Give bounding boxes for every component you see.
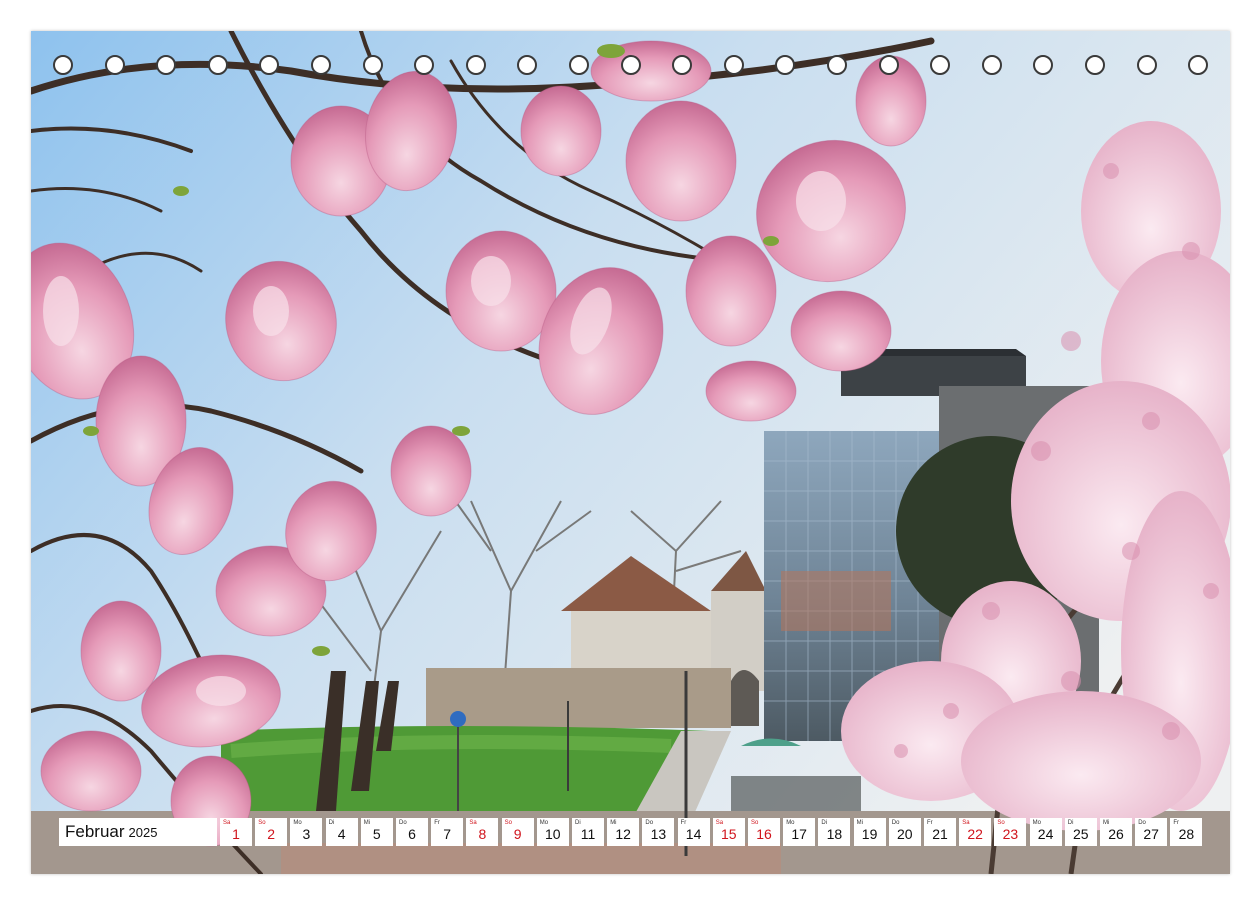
day-cell: Di 4 [325,818,358,846]
day-cell: Mi 5 [360,818,393,846]
day-cell: Do 27 [1135,818,1168,846]
day-cell: Mi 19 [853,818,886,846]
binding-hole [723,55,744,75]
day-cell: Di 18 [818,818,851,846]
binding-hole [620,55,641,75]
spiral-binding-holes [31,55,1230,79]
day-cell: Di 11 [572,818,604,846]
day-number: 24 [1037,826,1054,842]
binding-hole [981,55,1002,75]
day-cell: Fr 14 [677,818,710,846]
day-number: 11 [580,826,596,842]
binding-hole [930,55,951,75]
day-cell: So 16 [748,818,780,846]
day-cell: Do 20 [888,818,921,846]
binding-hole [827,55,847,75]
day-cell: Di 25 [1064,818,1097,846]
day-number: 26 [1108,826,1124,842]
day-number: 8 [478,826,487,842]
day-cell: Mo 17 [783,818,816,846]
day-number: 10 [545,826,561,842]
magnolia-photo [31,31,1230,874]
day-cell: So 9 [501,818,534,846]
binding-hole [362,55,383,75]
binding-hole [775,55,796,75]
binding-hole [311,55,331,75]
binding-hole [672,55,693,75]
day-cell: Mi 12 [607,818,640,846]
day-number: 14 [685,826,702,842]
binding-hole [156,55,177,75]
calendar-strip: Februar 2025 Sa 1 So 2 Mo 3 Di 4 Mi 5 Do 6 Fr 7 Sa 8 So 9 M… [59,818,1205,846]
binding-hole [259,55,280,75]
binding-hole [517,55,538,75]
day-cell: Fr 28 [1170,818,1203,846]
binding-hole [1136,55,1157,75]
day-number: 19 [861,826,878,842]
binding-hole [1085,55,1105,75]
month-year: 2025 [128,825,158,840]
day-cell: Fr 7 [431,818,464,846]
day-number: 6 [408,826,416,842]
day-number: 16 [756,826,772,842]
month-label: Februar 2025 [59,818,217,846]
day-number: 21 [932,826,948,842]
day-cell: Mi 26 [1100,818,1132,846]
day-cell: Fr 21 [924,818,956,846]
day-cell: Mo 10 [536,818,569,846]
day-number: 18 [826,826,843,842]
day-number: 17 [791,826,807,842]
day-number: 20 [897,826,913,842]
day-number: 15 [721,826,737,842]
day-cell: So 2 [255,818,288,846]
day-number: 25 [1073,826,1089,842]
old-house [571,611,711,671]
binding-hole [465,55,486,75]
day-cell: Mo 24 [1029,818,1062,846]
binding-hole [569,55,589,75]
day-number: 2 [267,826,276,842]
day-number: 23 [1002,826,1019,842]
day-cell: Do 13 [642,818,675,846]
binding-hole [104,55,125,75]
day-number: 12 [615,826,631,842]
day-number: 3 [302,826,311,842]
day-number: 9 [513,826,522,842]
day-number: 7 [443,826,452,842]
calendar-page: Februar 2025 Sa 1 So 2 Mo 3 Di 4 Mi 5 Do 6 Fr 7 Sa 8 So 9 M… [31,31,1230,874]
day-cell: So 23 [994,818,1027,846]
day-number: 1 [232,826,240,842]
day-number: 22 [967,826,983,842]
day-number: 13 [650,826,667,842]
binding-hole [1188,55,1209,75]
day-number: 27 [1143,826,1159,842]
day-cell: Sa 8 [466,818,499,846]
binding-hole [53,55,73,75]
day-cell: Sa 15 [712,818,745,846]
day-cell: Sa 22 [959,818,992,846]
day-number: 4 [337,826,346,842]
binding-hole [1033,55,1054,75]
month-name: Februar [65,822,125,841]
binding-hole [414,55,435,75]
binding-hole [878,55,899,75]
day-cell: Sa 1 [220,818,252,846]
day-number: 5 [372,826,381,842]
day-cell: Mo 3 [290,818,323,846]
day-cell: Do 6 [396,818,428,846]
day-number: 28 [1178,826,1195,842]
binding-hole [207,55,228,75]
